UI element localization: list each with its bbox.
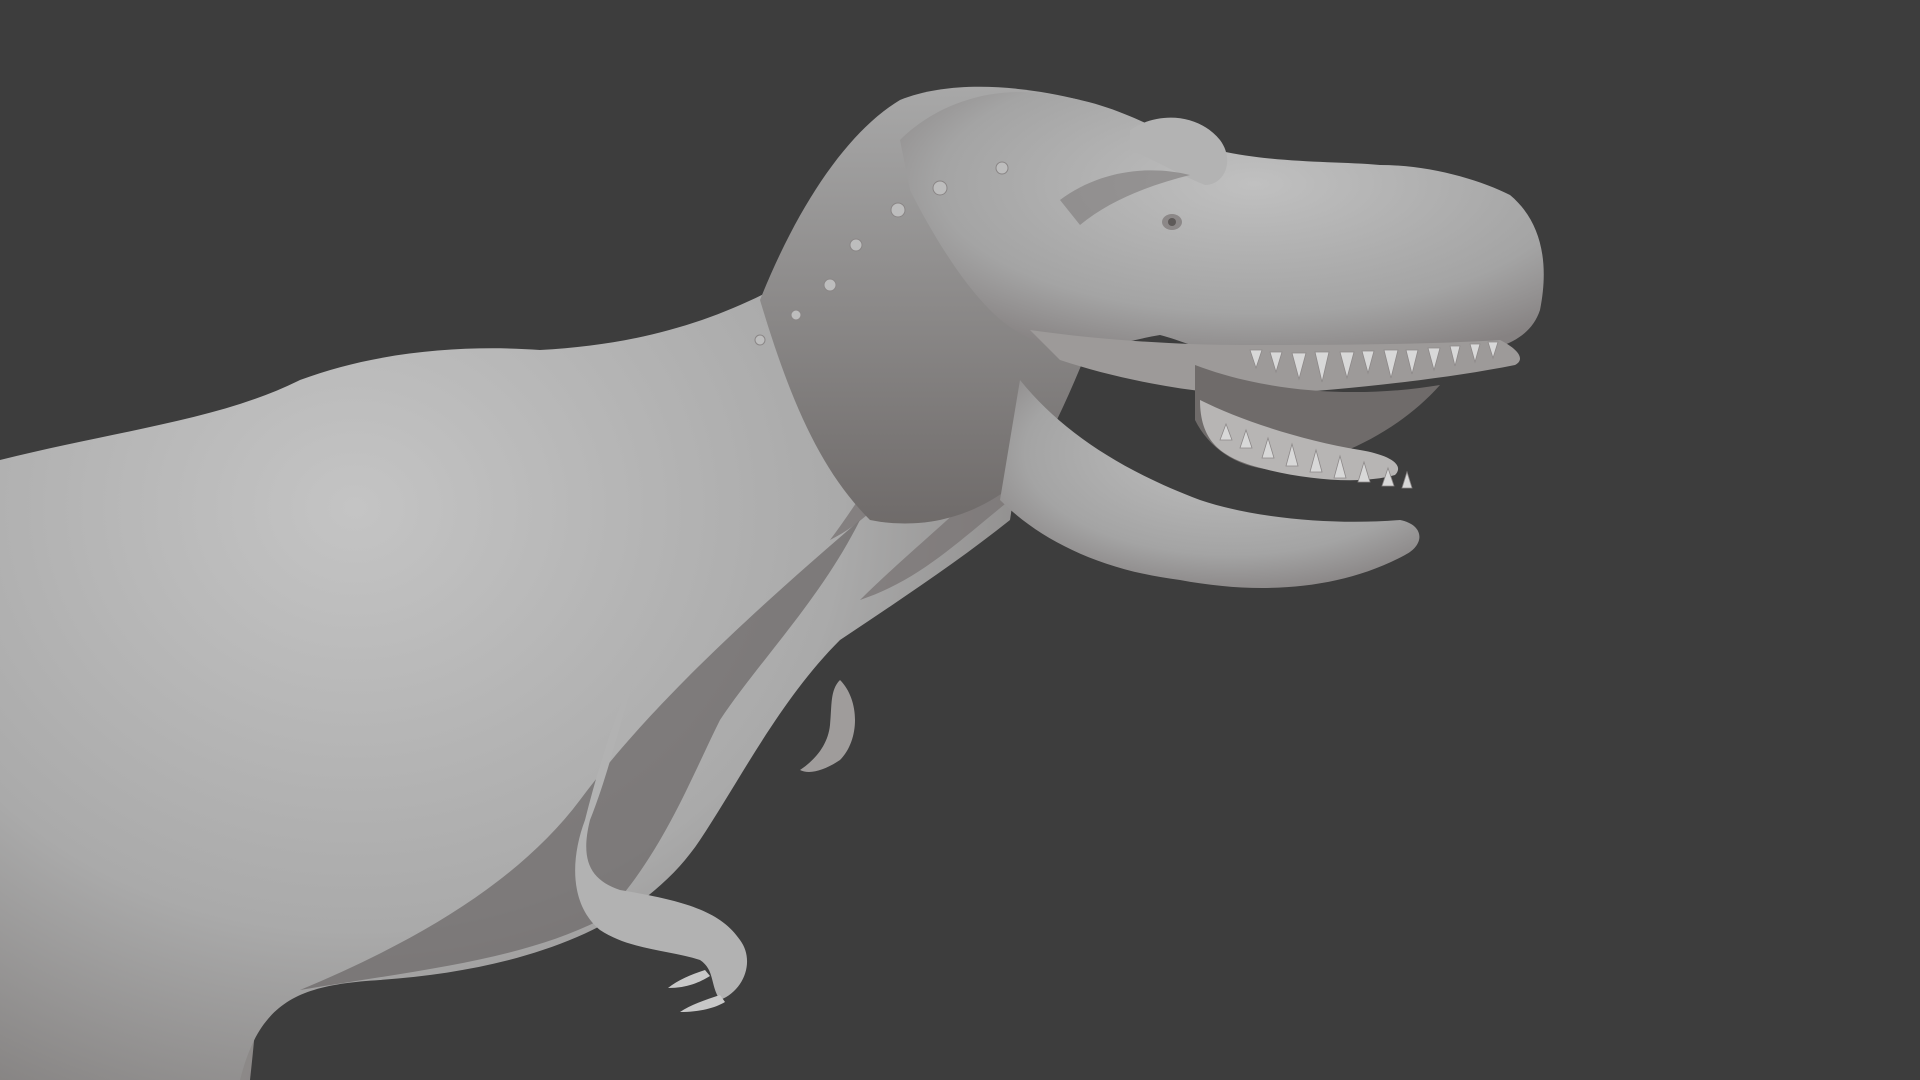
- viewport-render[interactable]: [0, 0, 1920, 1080]
- 3d-viewport[interactable]: [0, 0, 1920, 1080]
- dino-eye-pupil: [1168, 218, 1176, 226]
